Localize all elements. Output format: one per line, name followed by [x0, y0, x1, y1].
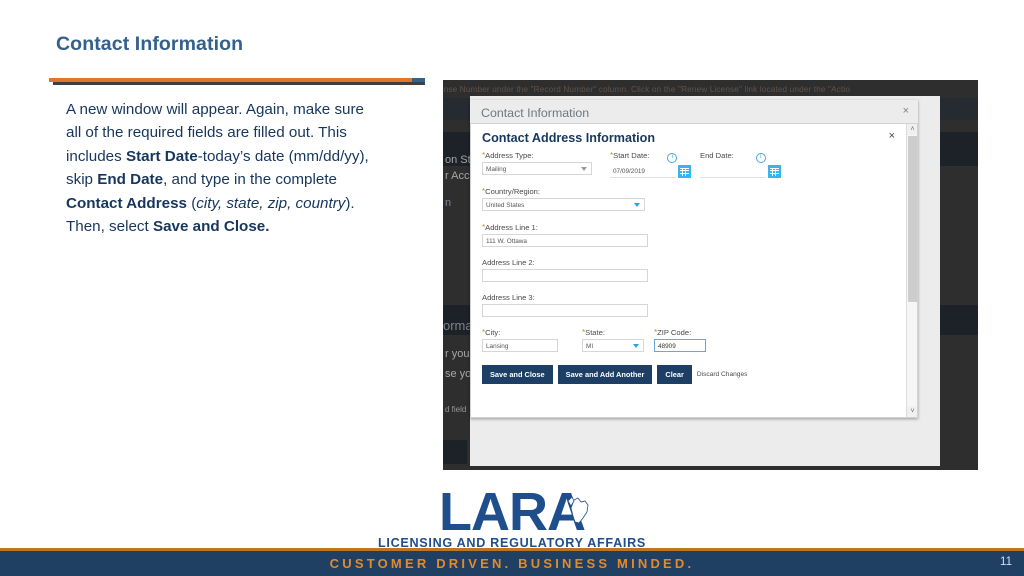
field-address-line-3: Address Line 3: — [482, 293, 662, 317]
body-line-1: A new window will appear. Again, make su… — [66, 101, 365, 118]
contact-address-dialog: Contact Address Information × ˄ ˅ *Addre… — [470, 123, 918, 418]
body-line-3-suffix: -today’s date (mm/dd/yy), — [197, 147, 369, 165]
clear-button[interactable]: Clear — [657, 365, 692, 384]
footer-tagline: CUSTOMER DRIVEN. BUSINESS MINDED. — [329, 556, 695, 571]
chevron-down-icon — [581, 167, 587, 171]
background-left-text: se yo — [445, 368, 472, 380]
selected-value: Mailing — [486, 166, 507, 173]
label-text: Address Line 1: — [485, 223, 538, 232]
label-text: Address Line 3: — [482, 293, 535, 302]
scroll-down-arrow-icon[interactable]: ˅ — [907, 406, 917, 417]
field-label: *State: — [582, 328, 662, 337]
body-line-6-bold: Save and Close. — [152, 218, 270, 236]
field-address-line-2: Address Line 2: — [482, 258, 662, 282]
field-label: Address Line 2: — [482, 258, 662, 267]
close-icon[interactable]: × — [903, 105, 909, 117]
lara-logo: LARA LICENSING AND REGULATORY AFFAIRS — [0, 485, 1024, 550]
dialog-action-bar: Save and Close Save and Add Another Clear D… — [482, 365, 782, 384]
field-label: Address Line 3: — [482, 293, 662, 302]
background-left-text: orma — [443, 318, 473, 333]
body-line-6-prefix: Then, select — [66, 218, 153, 236]
field-state: *State: MI — [582, 328, 662, 352]
zip-code-input[interactable]: 48909 — [654, 339, 706, 352]
discard-changes-link[interactable]: Discard Changes — [697, 371, 748, 378]
body-line-4-bold: End Date — [97, 171, 164, 189]
field-label: *City: — [482, 328, 572, 337]
page-title: Contact Information — [56, 33, 244, 55]
title-divider-shadow — [53, 82, 425, 85]
background-instruction-text: ense Number under the "Record Number" co… — [443, 85, 851, 94]
background-left-text: r Acc — [445, 170, 470, 182]
close-icon[interactable]: × — [889, 130, 895, 142]
lara-wordmark: LARA — [439, 485, 589, 539]
background-strip — [443, 440, 467, 464]
embedded-screenshot: ense Number under the "Record Number" co… — [443, 80, 978, 470]
footer-bar: CUSTOMER DRIVEN. BUSINESS MINDED. 11 — [0, 551, 1024, 576]
field-zip-code: *ZIP Code: 48909 — [654, 328, 734, 352]
field-end-date: End Date: i — [700, 151, 805, 183]
field-label: *Address Line 1: — [482, 223, 662, 232]
end-date-input[interactable] — [700, 165, 766, 178]
page-number: 11 — [1000, 556, 1012, 568]
label-text: Start Date: — [613, 151, 650, 160]
body-line-5-mid: ( — [186, 194, 197, 212]
title-divider-cap — [412, 78, 425, 82]
selected-value: United States — [486, 202, 525, 209]
lara-wordmark-text: LARA — [439, 482, 586, 542]
label-text: ZIP Code: — [657, 328, 692, 337]
calendar-icon[interactable] — [768, 165, 781, 178]
address-type-select[interactable]: Mailing — [482, 162, 592, 175]
city-input[interactable]: Lansing — [482, 339, 558, 352]
start-date-input[interactable]: 07/09/2019 — [610, 165, 676, 178]
info-icon[interactable]: i — [755, 153, 766, 163]
field-label: *ZIP Code: — [654, 328, 734, 337]
field-label: *Country/Region: — [482, 187, 662, 196]
save-and-close-button[interactable]: Save and Close — [482, 365, 553, 384]
label-text: State: — [585, 328, 605, 337]
address-line-3-input[interactable] — [482, 304, 648, 317]
state-select[interactable]: MI — [582, 339, 644, 352]
label-text: End Date: — [700, 151, 734, 160]
body-line-4-prefix: skip — [66, 171, 98, 189]
body-line-5-suffix: ). — [345, 194, 355, 212]
info-icon[interactable]: i — [667, 153, 678, 163]
slide-canvas: Contact Information A new window will ap… — [0, 0, 1024, 576]
body-line-2: all of the required fields are filled ou… — [66, 124, 347, 142]
chevron-down-icon — [634, 203, 640, 207]
calendar-icon[interactable] — [678, 165, 691, 178]
body-line-5-bold: Contact Address — [66, 194, 187, 212]
background-left-text: d field — [445, 405, 467, 414]
outer-dialog-title: Contact Information — [481, 106, 590, 120]
scroll-up-arrow-icon[interactable]: ˄ — [907, 124, 917, 135]
label-text: Address Type: — [485, 151, 534, 160]
chevron-down-icon — [633, 344, 639, 348]
vertical-scrollbar[interactable]: ˄ ˅ — [906, 124, 917, 417]
body-line-5-italic: city, state, zip, country — [196, 194, 346, 212]
body-paragraph: A new window will appear. Again, make su… — [66, 98, 396, 238]
field-country-region: *Country/Region: United States — [482, 187, 662, 211]
address-line-1-input[interactable]: 111 W. Ottawa — [482, 234, 648, 247]
background-left-text: r you — [445, 348, 470, 360]
body-line-3-bold: Start Date — [125, 147, 198, 165]
label-text: Address Line 2: — [482, 258, 535, 267]
label-text: City: — [485, 328, 501, 337]
michigan-state-icon — [567, 496, 589, 524]
body-line-3-prefix: includes — [66, 147, 126, 165]
save-and-add-another-button[interactable]: Save and Add Another — [557, 365, 653, 384]
scrollbar-thumb[interactable] — [908, 136, 917, 302]
label-text: Country/Region: — [485, 187, 540, 196]
field-label: End Date: i — [700, 151, 805, 163]
address-line-2-input[interactable] — [482, 269, 648, 282]
field-city: *City: Lansing — [482, 328, 572, 352]
body-line-4-suffix: , and type in the complete — [163, 171, 337, 189]
country-region-select[interactable]: United States — [482, 198, 645, 211]
background-left-text: on St — [445, 154, 471, 166]
dialog-title: Contact Address Information — [482, 131, 656, 145]
field-address-line-1: *Address Line 1: 111 W. Ottawa — [482, 223, 662, 247]
background-left-text: n — [445, 197, 452, 209]
selected-value: MI — [586, 343, 594, 350]
